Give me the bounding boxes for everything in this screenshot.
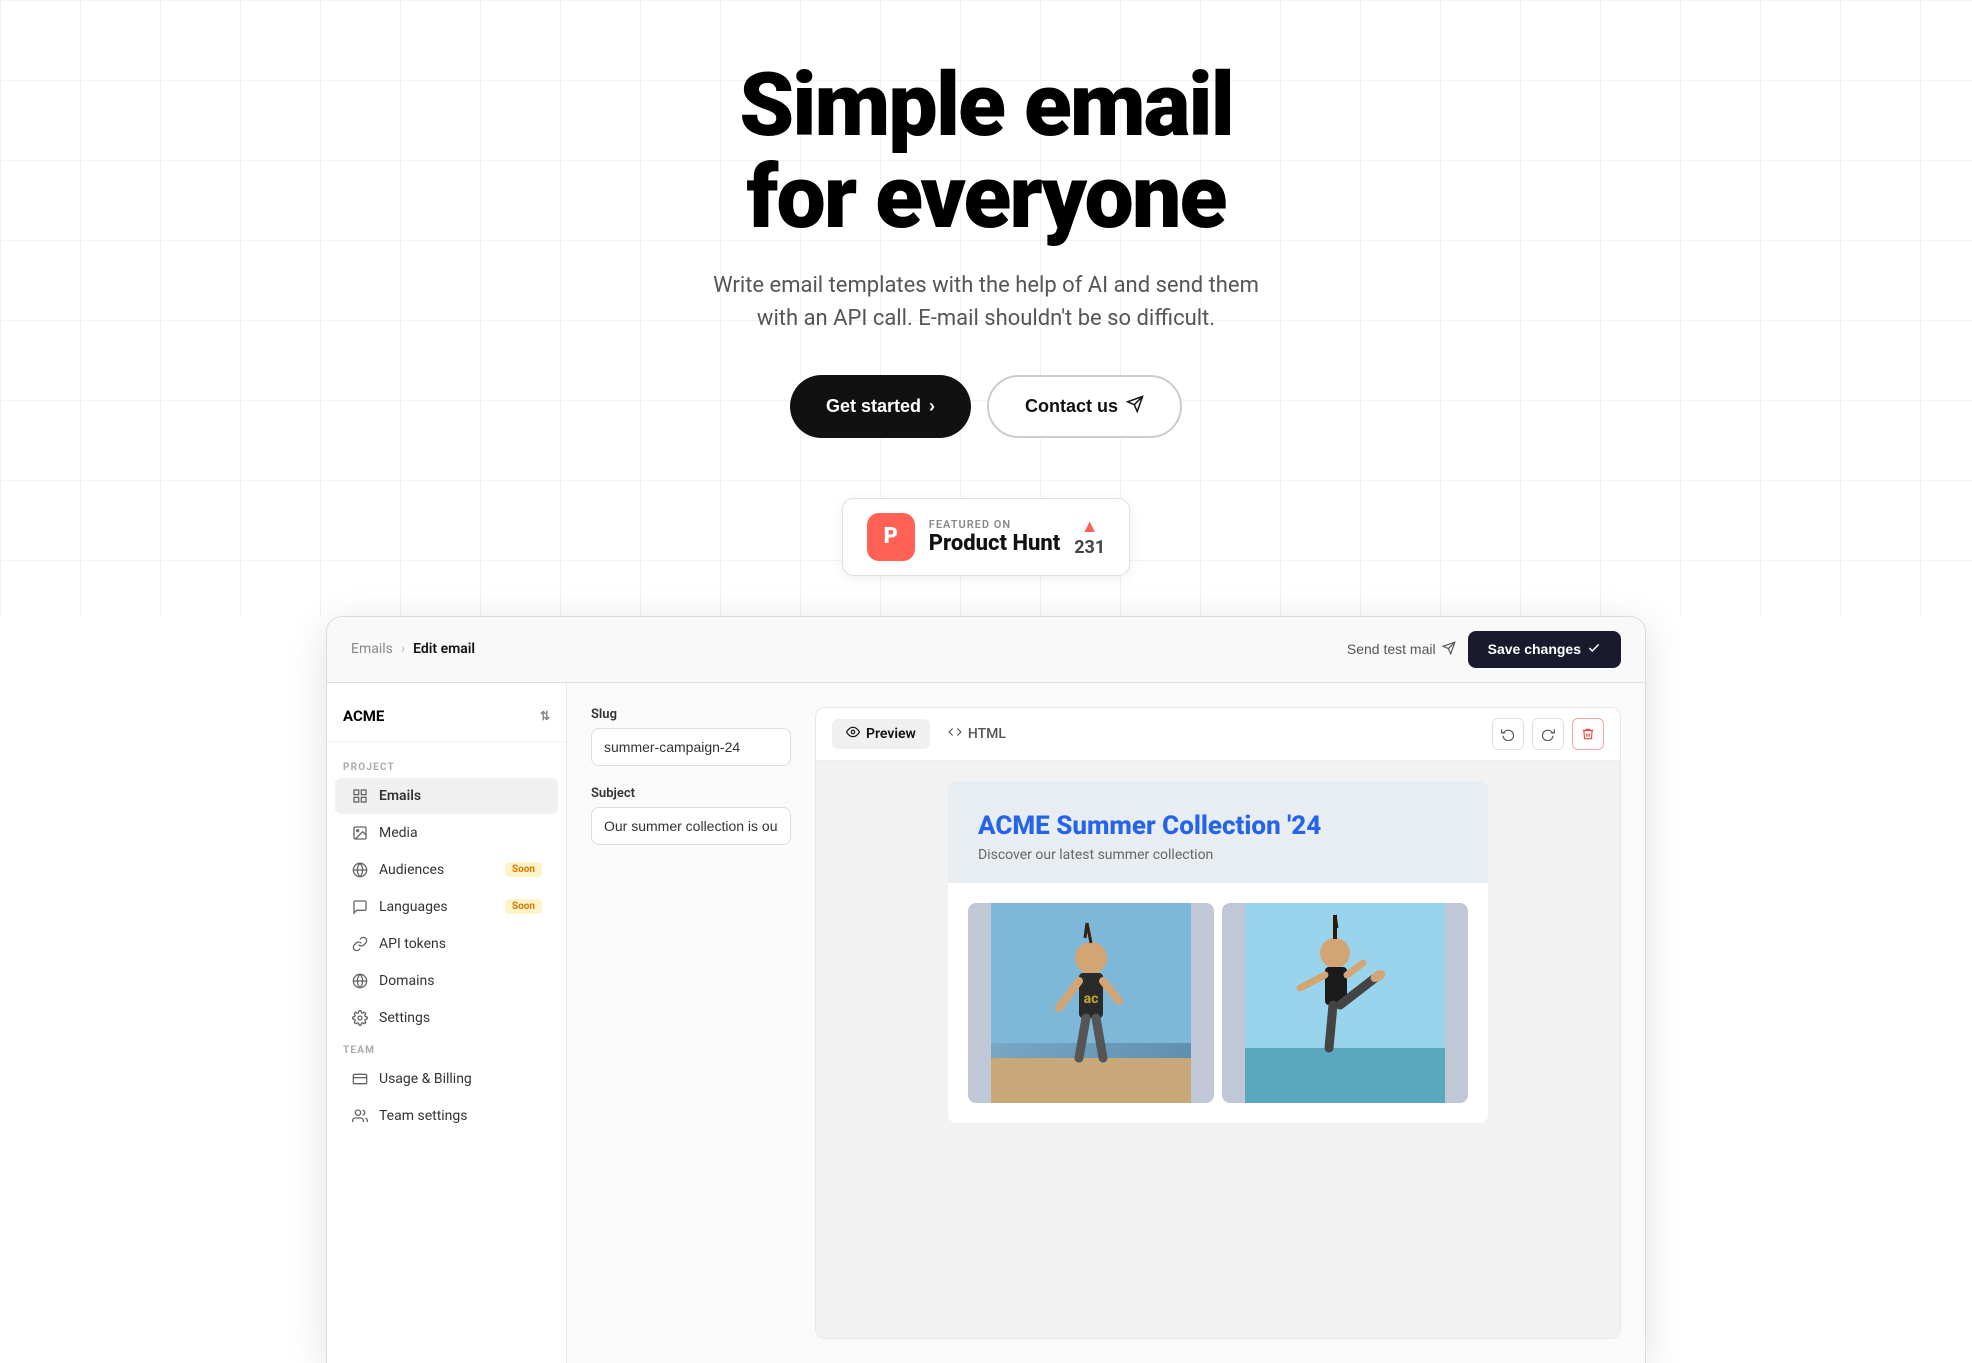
hero-subtitle: Write email templates with the help of A… [0,269,1972,335]
email-preview: ACME Summer Collection '24 Discover our … [816,761,1620,1143]
api-tokens-icon [351,935,369,953]
slug-form-group: Slug [591,707,791,766]
sidebar-team-settings-label: Team settings [379,1108,468,1124]
send-test-mail-button[interactable]: Send test mail [1347,641,1456,658]
sidebar-item-settings[interactable]: Settings [335,1000,558,1036]
sidebar-item-api-tokens[interactable]: API tokens [335,926,558,962]
redo-button[interactable] [1532,718,1564,750]
delete-button[interactable] [1572,718,1604,750]
tab-preview[interactable]: Preview [832,719,930,749]
breadcrumb-separator: › [401,641,405,657]
ph-votes: ▲ 231 [1074,516,1105,558]
sidebar-billing-label: Usage & Billing [379,1071,472,1087]
team-settings-icon [351,1107,369,1125]
sidebar-item-languages[interactable]: Languages Soon [335,889,558,925]
sidebar-api-tokens-label: API tokens [379,936,446,952]
tab-html[interactable]: HTML [934,719,1020,749]
breadcrumb: Emails › Edit email [351,641,475,657]
hero-buttons: Get started › Contact us [0,375,1972,438]
chevron-right-icon: › [929,396,935,417]
sidebar-media-label: Media [379,825,418,841]
preview-toolbar-right [1492,718,1604,750]
email-header: ACME Summer Collection '24 Discover our … [948,781,1488,883]
app-window: Emails › Edit email Send test mail Save … [326,616,1646,1363]
media-icon [351,824,369,842]
undo-button[interactable] [1492,718,1524,750]
upvote-arrow-icon: ▲ [1081,516,1099,537]
domains-icon [351,972,369,990]
subject-label: Subject [591,786,791,801]
audiences-icon [351,861,369,879]
languages-soon-badge: Soon [505,899,542,914]
email-images: ac [948,883,1488,1123]
settings-icon [351,1009,369,1027]
sidebar-item-team-settings[interactable]: Team settings [335,1098,558,1134]
hero-content: Simple email for everyone Write email te… [0,60,1972,576]
hero-title: Simple email for everyone [0,60,1972,245]
breadcrumb-current: Edit email [413,641,475,657]
athlete-image-2 [1222,903,1468,1103]
audiences-soon-badge: Soon [505,862,542,877]
sidebar-emails-label: Emails [379,788,421,804]
app-window-wrapper: Emails › Edit email Send test mail Save … [326,616,1646,1363]
eye-icon [846,725,860,743]
team-section-label: TEAM [327,1037,566,1060]
sidebar-settings-label: Settings [379,1010,430,1026]
email-header-title: ACME Summer Collection '24 [978,811,1458,841]
sidebar-item-media[interactable]: Media [335,815,558,851]
topbar-actions: Send test mail Save changes [1347,631,1621,668]
svg-text:ac: ac [1084,991,1099,1007]
languages-icon [351,898,369,916]
window-body: ACME ⇅ PROJECT Emails [327,683,1645,1363]
preview-tabs: Preview HTML [816,708,1620,761]
form-panel: Slug Subject [591,707,791,1339]
slug-input[interactable] [591,728,791,766]
email-card: ACME Summer Collection '24 Discover our … [948,781,1488,1123]
workspace-chevron-icon: ⇅ [540,709,550,723]
subject-input[interactable] [591,807,791,845]
emails-icon [351,787,369,805]
sidebar-domains-label: Domains [379,973,434,989]
slug-label: Slug [591,707,791,722]
main-content: Slug Subject [567,683,1645,1363]
sidebar-item-usage-billing[interactable]: Usage & Billing [335,1061,558,1097]
athlete-image-1: ac [968,903,1214,1103]
window-topbar: Emails › Edit email Send test mail Save … [327,617,1645,683]
sidebar-languages-label: Languages [379,899,448,915]
sidebar-item-domains[interactable]: Domains [335,963,558,999]
ph-text: FEATURED ON Product Hunt [929,518,1060,556]
workspace-selector[interactable]: ACME ⇅ [327,699,566,742]
sidebar: ACME ⇅ PROJECT Emails [327,683,567,1363]
email-preview-content: ACME Summer Collection '24 Discover our … [816,761,1620,1338]
breadcrumb-emails-link[interactable]: Emails [351,641,393,657]
check-icon [1587,641,1601,658]
subject-form-group: Subject [591,786,791,845]
sidebar-audiences-label: Audiences [379,862,444,878]
sidebar-item-audiences[interactable]: Audiences Soon [335,852,558,888]
email-header-subtitle: Discover our latest summer collection [978,847,1458,863]
project-section-label: PROJECT [327,754,566,777]
save-changes-button[interactable]: Save changes [1468,631,1621,668]
ph-logo-icon: P [867,513,915,561]
sidebar-item-emails[interactable]: Emails [335,778,558,814]
product-hunt-badge[interactable]: P FEATURED ON Product Hunt ▲ 231 [842,498,1130,576]
send-icon [1442,641,1456,658]
get-started-button[interactable]: Get started › [790,375,971,438]
contact-us-button[interactable]: Contact us [987,375,1182,438]
preview-panel: Preview HTML [815,707,1621,1339]
billing-icon [351,1070,369,1088]
code-icon [948,725,962,743]
send-icon [1126,395,1144,418]
hero-section: Simple email for everyone Write email te… [0,0,1972,616]
